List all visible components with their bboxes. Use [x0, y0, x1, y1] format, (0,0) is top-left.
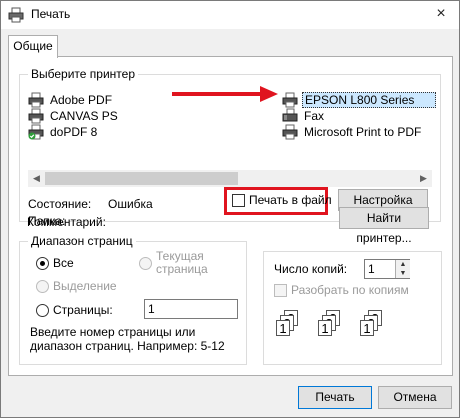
printer-label: CANVAS PS [50, 109, 118, 123]
cancel-button[interactable]: Отмена [378, 386, 452, 409]
printer-item-canvas-ps[interactable]: CANVAS PS [28, 108, 168, 124]
printer-icon [28, 92, 44, 108]
status-value: Ошибка [108, 197, 153, 211]
range-pages-label[interactable]: Страницы: [53, 303, 113, 317]
printer-item-dopdf[interactable]: doPDF 8 [28, 124, 168, 140]
window-title: Печать [31, 7, 71, 21]
printer-item-ms-print-to-pdf[interactable]: Microsoft Print to PDF [282, 124, 437, 140]
printer-group-title: Выберите принтер [28, 67, 138, 81]
printer-item-epson-l800[interactable]: EPSON L800 Series [282, 92, 437, 108]
collate-pages-icon: 3 2 1 3 2 1 3 2 1 [276, 310, 426, 350]
printer-item-adobe-pdf[interactable]: Adobe PDF [28, 92, 168, 108]
collate-label[interactable]: Разобрать по копиям [291, 283, 409, 297]
tab-general[interactable]: Общие [8, 35, 58, 58]
printer-list-hscrollbar[interactable]: ◀ ▶ [28, 170, 432, 187]
pages-hint: Введите номер страницы или диапазон стра… [30, 325, 225, 353]
print-dialog: Печать × Общие Выберите принтер Adobe PD… [0, 0, 460, 418]
range-current-page-radio[interactable] [139, 257, 152, 270]
range-all-radio[interactable] [36, 257, 49, 270]
red-arrow-annotation [172, 86, 278, 102]
printer-item-fax[interactable]: Fax [282, 108, 422, 124]
printer-label: Fax [304, 109, 325, 123]
spin-down-icon[interactable]: ▼ [395, 269, 410, 278]
spin-up-icon[interactable]: ▲ [395, 260, 410, 269]
status-label: Состояние: [28, 197, 92, 211]
print-to-file-label[interactable]: Печать в файл [249, 193, 332, 207]
comment-label: Комментарий: [27, 215, 106, 229]
range-selection-label[interactable]: Выделение [53, 279, 117, 293]
print-to-file-checkbox[interactable] [232, 194, 245, 207]
printer-label: EPSON L800 Series [302, 92, 436, 108]
scroll-thumb[interactable] [45, 172, 238, 185]
range-pages-radio[interactable] [36, 304, 49, 317]
printer-icon [28, 108, 44, 124]
collate-checkbox[interactable] [274, 284, 287, 297]
find-printer-button[interactable]: Найти принтер... [339, 207, 429, 245]
range-current-page-label[interactable]: Текущая страница [156, 250, 226, 276]
range-all-label[interactable]: Все [53, 256, 74, 270]
printer-label: doPDF 8 [50, 125, 98, 139]
printer-label: Adobe PDF [50, 93, 113, 107]
scroll-right-icon[interactable]: ▶ [415, 170, 432, 187]
printer-group: Выберите принтер Adobe PDF CANVAS PS doP… [19, 67, 441, 228]
fax-icon [282, 108, 298, 122]
page-range-group: Диапазон страниц Все Текущая страница Вы… [19, 234, 247, 365]
printer-default-icon [28, 124, 44, 140]
printer-icon [282, 92, 298, 108]
title-bar: Печать × [1, 1, 459, 29]
printer-label: Microsoft Print to PDF [304, 125, 422, 139]
printer-icon [282, 124, 298, 140]
tab-panel-general: Выберите принтер Adobe PDF CANVAS PS doP… [8, 56, 453, 376]
close-icon[interactable]: × [429, 3, 453, 25]
printer-icon [8, 7, 24, 23]
page-range-group-title: Диапазон страниц [28, 234, 136, 248]
print-button[interactable]: Печать [298, 386, 372, 409]
scroll-left-icon[interactable]: ◀ [28, 170, 45, 187]
range-selection-radio[interactable] [36, 280, 49, 293]
pages-input[interactable]: 1 [144, 299, 238, 319]
tab-strip: Общие [1, 29, 459, 58]
copies-label: Число копий: [274, 262, 348, 276]
copies-group: Число копий: 1 ▲ ▼ Разобрать по копиям 3… [263, 251, 442, 365]
